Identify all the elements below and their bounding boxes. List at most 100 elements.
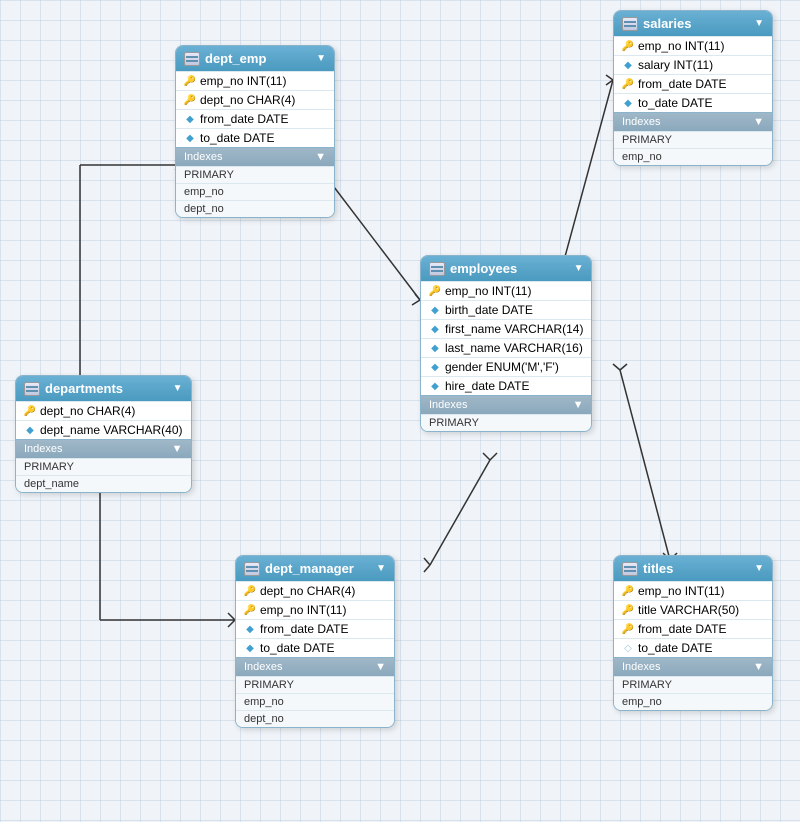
table-field: 🔑 title VARCHAR(50) [614,600,772,619]
indexes-header[interactable]: Indexes ▼ [614,112,772,131]
index-item: PRIMARY [176,166,334,183]
indexes-header[interactable]: Indexes ▼ [16,439,191,458]
table-field: 🔑 from_date DATE [614,619,772,638]
indexes-dropdown[interactable]: ▼ [573,399,584,411]
table-dept_emp: dept_emp ▼ 🔑 emp_no INT(11) 🔑 dept_no CH… [175,45,335,218]
indexes-dropdown[interactable]: ▼ [375,661,386,673]
field-icon: 🔑 [622,78,634,90]
table-header-dept_emp[interactable]: dept_emp ▼ [176,46,334,71]
field-icon: ◆ [429,323,441,335]
index-item: PRIMARY [614,131,772,148]
field-icon: 🔑 [622,604,634,616]
table-field: ◆ first_name VARCHAR(14) [421,319,591,338]
table-field: 🔑 emp_no INT(11) [614,581,772,600]
table-salaries: salaries ▼ 🔑 emp_no INT(11) ◆ salary INT… [613,10,773,166]
field-icon: 🔑 [622,40,634,52]
field-text: last_name VARCHAR(16) [445,341,583,355]
table-field: ◆ gender ENUM('M','F') [421,357,591,376]
db-icon [622,17,638,31]
field-text: from_date DATE [200,112,288,126]
field-icon: 🔑 [24,405,36,417]
indexes-dropdown[interactable]: ▼ [315,151,326,163]
field-icon: ◆ [429,304,441,316]
indexes-dropdown[interactable]: ▼ [753,116,764,128]
indexes-header[interactable]: Indexes ▼ [421,395,591,414]
field-text: title VARCHAR(50) [638,603,739,617]
field-text: hire_date DATE [445,379,530,393]
table-title: salaries [643,16,691,31]
table-header-departments[interactable]: departments ▼ [16,376,191,401]
db-icon [429,262,445,276]
field-icon: 🔑 [622,585,634,597]
index-item: emp_no [614,693,772,710]
dropdown-arrow[interactable]: ▼ [316,53,326,64]
field-text: birth_date DATE [445,303,533,317]
field-icon: ◇ [622,642,634,654]
table-dept_manager: dept_manager ▼ 🔑 dept_no CHAR(4) 🔑 emp_n… [235,555,395,728]
index-item: PRIMARY [16,458,191,475]
field-icon: 🔑 [184,94,196,106]
dropdown-arrow[interactable]: ▼ [173,383,183,394]
table-header-titles[interactable]: titles ▼ [614,556,772,581]
field-text: from_date DATE [260,622,348,636]
db-icon [244,562,260,576]
table-field: 🔑 emp_no INT(11) [176,71,334,90]
field-text: salary INT(11) [638,58,713,72]
table-title: departments [45,381,123,396]
indexes-header[interactable]: Indexes ▼ [614,657,772,676]
table-field: ◆ dept_name VARCHAR(40) [16,420,191,439]
table-field: ◆ hire_date DATE [421,376,591,395]
indexes-dropdown[interactable]: ▼ [172,443,183,455]
indexes-dropdown[interactable]: ▼ [753,661,764,673]
indexes-label: Indexes [429,399,468,411]
table-header-dept_manager[interactable]: dept_manager ▼ [236,556,394,581]
indexes-header[interactable]: Indexes ▼ [176,147,334,166]
field-icon: ◆ [244,623,256,635]
table-field: ◆ to_date DATE [614,93,772,112]
table-titles: titles ▼ 🔑 emp_no INT(11) 🔑 title VARCHA… [613,555,773,711]
index-item: PRIMARY [614,676,772,693]
dropdown-arrow[interactable]: ▼ [754,18,764,29]
field-text: dept_no CHAR(4) [200,93,295,107]
field-text: to_date DATE [260,641,334,655]
field-text: to_date DATE [638,641,712,655]
field-text: emp_no INT(11) [638,584,724,598]
field-text: dept_name VARCHAR(40) [40,423,183,437]
field-text: dept_no CHAR(4) [260,584,355,598]
field-icon: 🔑 [429,285,441,297]
field-icon: 🔑 [622,623,634,635]
indexes-header[interactable]: Indexes ▼ [236,657,394,676]
field-icon: 🔑 [244,585,256,597]
indexes-label: Indexes [622,116,661,128]
indexes-label: Indexes [244,661,283,673]
dropdown-arrow[interactable]: ▼ [754,563,764,574]
index-item: emp_no [236,693,394,710]
field-icon: 🔑 [184,75,196,87]
dropdown-arrow[interactable]: ▼ [376,563,386,574]
table-field: 🔑 dept_no CHAR(4) [16,401,191,420]
index-item: PRIMARY [236,676,394,693]
table-field: ◆ from_date DATE [176,109,334,128]
indexes-label: Indexes [184,151,223,163]
field-icon: ◆ [244,642,256,654]
field-text: emp_no INT(11) [200,74,286,88]
index-item: PRIMARY [421,414,591,431]
table-header-salaries[interactable]: salaries ▼ [614,11,772,36]
field-icon: ◆ [622,59,634,71]
table-header-employees[interactable]: employees ▼ [421,256,591,281]
index-item: dept_no [236,710,394,727]
index-item: emp_no [614,148,772,165]
table-field: ◆ from_date DATE [236,619,394,638]
dropdown-arrow[interactable]: ▼ [574,263,584,274]
field-text: from_date DATE [638,77,726,91]
field-text: emp_no INT(11) [445,284,531,298]
field-text: gender ENUM('M','F') [445,360,559,374]
table-title: titles [643,561,673,576]
indexes-label: Indexes [622,661,661,673]
field-icon: ◆ [429,342,441,354]
field-icon: ◆ [622,97,634,109]
table-title: employees [450,261,517,276]
field-text: to_date DATE [200,131,274,145]
field-text: to_date DATE [638,96,712,110]
db-icon [184,52,200,66]
